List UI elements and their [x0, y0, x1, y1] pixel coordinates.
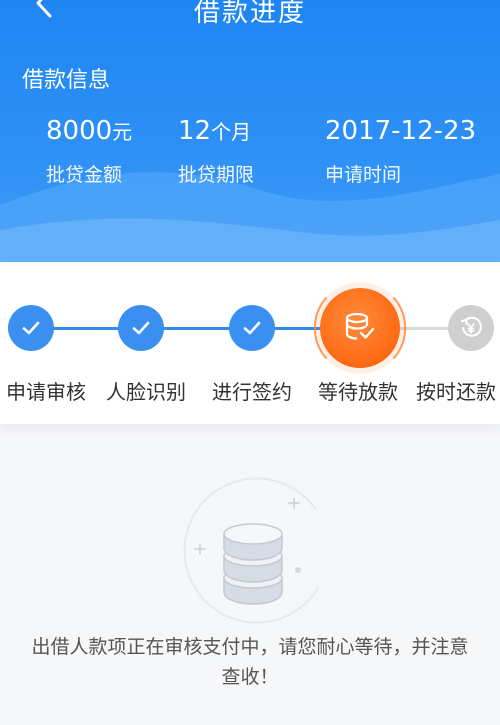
approved-amount-label: 批贷金额	[46, 164, 123, 186]
status-message: 出借人款项正在审核支付中，请您耐心等待，并注意查收！	[31, 636, 469, 688]
approved-term-value: 12个月	[178, 116, 251, 146]
loan-info-title: 借款信息	[22, 68, 111, 93]
yen-return-icon	[461, 316, 482, 337]
progress-steps: 申请审核 人脸识别 进行签约 等待放款 按时还款	[0, 262, 500, 424]
check-icon	[22, 321, 40, 335]
step-repay-on-time	[448, 305, 494, 351]
step-label-apply-review: 申请审核	[6, 380, 86, 404]
approved-term-label: 批贷期限	[178, 164, 255, 186]
approved-term-number: 12	[178, 116, 212, 146]
step-label-repay-on-time: 按时还款	[416, 380, 496, 404]
step-signing	[229, 305, 275, 351]
step-apply-review	[8, 305, 54, 351]
loan-header: 借款进度 借款信息 8000元 批贷金额 12个月 批贷期限 2017-12-2…	[0, 0, 500, 262]
step-label-signing: 进行签约	[212, 380, 292, 404]
step-face-recognition	[118, 305, 164, 351]
approved-term-unit: 个月	[211, 120, 252, 144]
coin-stack-icon	[183, 477, 319, 624]
apply-date-label: 申请时间	[325, 164, 402, 186]
step-waiting-disbursement	[320, 288, 400, 368]
coin-stack-check-icon	[345, 312, 375, 340]
approved-amount-value: 8000元	[46, 116, 132, 146]
approved-amount-number: 8000	[46, 116, 113, 146]
apply-date-value: 2017-12-23	[325, 116, 477, 146]
step-label-face-recognition: 人脸识别	[106, 380, 186, 404]
check-icon	[132, 321, 150, 335]
step-label-waiting-disbursement: 等待放款	[318, 380, 398, 404]
page-title: 借款进度	[193, 0, 306, 28]
approved-amount-unit: 元	[112, 120, 133, 144]
check-icon	[243, 321, 261, 335]
progress-track-done	[30, 327, 352, 330]
